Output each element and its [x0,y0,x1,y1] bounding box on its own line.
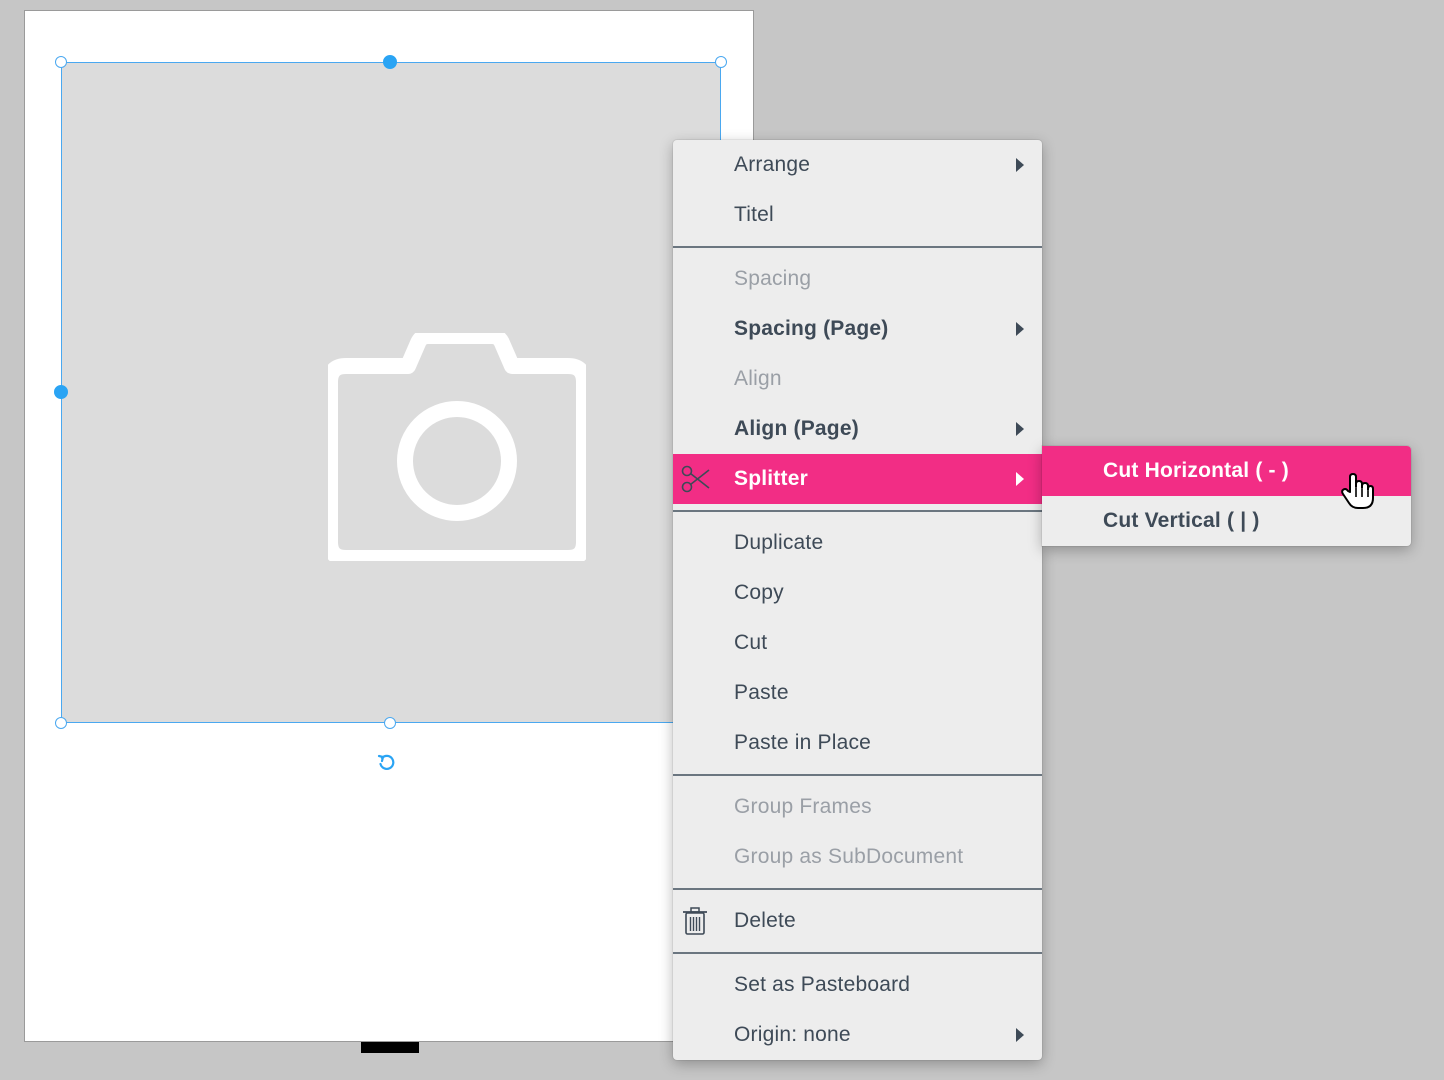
image-frame[interactable] [61,62,721,723]
menu-item-label: Copy [734,581,784,604]
menu-item-set-as-pasteboard[interactable]: Set as Pasteboard [673,960,1042,1010]
submenu-arrow-icon [1016,422,1024,436]
scissors-icon [681,465,710,493]
menu-item-label: Group as SubDocument [734,845,964,868]
context-menu: Arrange Titel Spacing Spacing (Page) Ali… [673,140,1042,1060]
menu-item-splitter[interactable]: Splitter [673,454,1042,504]
menu-item-label: Set as Pasteboard [734,973,911,996]
camera-icon [328,333,586,561]
menu-separator [673,952,1042,954]
submenu-arrow-icon [1016,158,1024,172]
menu-item-label: Paste [734,681,789,704]
menu-item-label: Origin: none [734,1023,851,1046]
menu-separator [673,510,1042,512]
menu-separator [673,888,1042,890]
menu-item-group-as-subdocument: Group as SubDocument [673,832,1042,882]
menu-item-paste-in-place[interactable]: Paste in Place [673,718,1042,768]
menu-item-label: Duplicate [734,531,824,554]
menu-item-group-frames: Group Frames [673,782,1042,832]
resize-handle-top-right[interactable] [715,56,727,68]
menu-item-origin[interactable]: Origin: none [673,1010,1042,1060]
menu-item-label: Delete [734,909,796,932]
menu-separator [673,774,1042,776]
menu-item-delete[interactable]: Delete [673,896,1042,946]
menu-item-duplicate[interactable]: Duplicate [673,518,1042,568]
resize-handle-bottom-left[interactable] [55,717,67,729]
resize-handle-top-left[interactable] [55,56,67,68]
menu-item-label: Splitter [734,467,808,490]
menu-item-align: Align [673,354,1042,404]
resize-handle-top-center[interactable] [383,55,397,69]
menu-item-cut[interactable]: Cut [673,618,1042,668]
submenu-arrow-icon [1016,322,1024,336]
page-tab [361,1042,419,1053]
trash-icon [683,907,707,935]
menu-item-label: Spacing [734,267,812,290]
resize-handle-bottom-center[interactable] [384,717,396,729]
menu-item-spacing-page[interactable]: Spacing (Page) [673,304,1042,354]
submenu-item-label: Cut Horizontal ( - ) [1103,459,1289,482]
menu-item-label: Arrange [734,153,811,176]
menu-item-label: Align (Page) [734,417,859,440]
menu-item-label: Cut [734,631,768,654]
menu-item-label: Align [734,367,782,390]
menu-item-label: Paste in Place [734,731,872,754]
menu-item-spacing: Spacing [673,254,1042,304]
menu-item-copy[interactable]: Copy [673,568,1042,618]
menu-item-label: Spacing (Page) [734,317,889,340]
menu-item-titel[interactable]: Titel [673,190,1042,240]
menu-item-paste[interactable]: Paste [673,668,1042,718]
menu-separator [673,246,1042,248]
menu-item-label: Titel [734,203,774,226]
rotate-icon[interactable] [377,753,397,773]
submenu-item-label: Cut Vertical ( | ) [1103,509,1260,532]
menu-item-align-page[interactable]: Align (Page) [673,404,1042,454]
menu-item-label: Group Frames [734,795,872,818]
resize-handle-middle-left[interactable] [54,385,68,399]
submenu-arrow-icon [1016,472,1024,486]
submenu-arrow-icon [1016,1028,1024,1042]
hand-cursor-icon [1341,473,1374,509]
menu-item-arrange[interactable]: Arrange [673,140,1042,190]
